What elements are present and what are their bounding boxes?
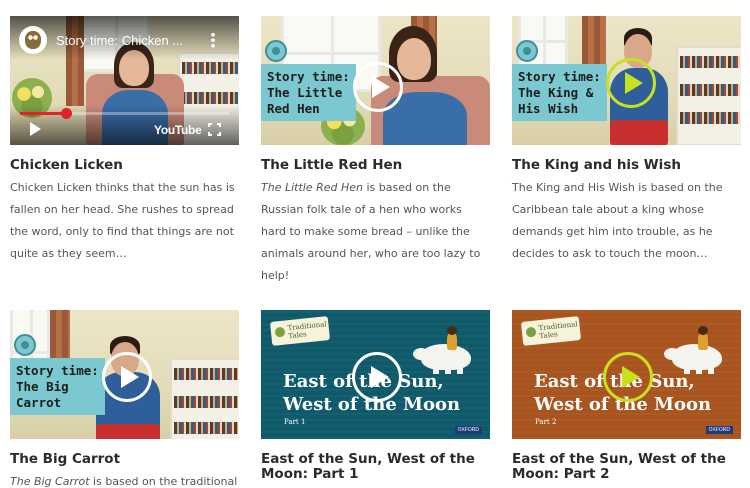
video-title[interactable]: The Little Red Hen: [261, 158, 490, 173]
progress-fill: [20, 112, 66, 115]
play-icon[interactable]: [606, 58, 656, 108]
more-vert-icon[interactable]: [211, 32, 215, 48]
artwork-part: Part 2: [535, 418, 557, 426]
video-card-east-of-the-sun-part-2[interactable]: Traditional Tales East of the Sun, West …: [512, 310, 741, 482]
polar-bear-icon: [413, 344, 471, 374]
artwork-part: Part 1: [284, 418, 306, 426]
play-icon[interactable]: [603, 352, 653, 402]
player-video-title[interactable]: Story time: Chicken ...: [56, 33, 183, 48]
video-card-little-red-hen[interactable]: Story time: The Little Red Hen The Littl…: [261, 16, 490, 287]
progress-bar[interactable]: [20, 108, 229, 119]
presenter-head: [397, 38, 431, 80]
publisher-logo: OXFORD: [705, 426, 733, 434]
video-description: The King and His Wish is based on the Ca…: [512, 181, 723, 260]
rider-icon: [698, 326, 708, 350]
video-description: Chicken Licken thinks that the sun has i…: [10, 181, 235, 260]
play-icon[interactable]: [353, 62, 403, 112]
scrubber-handle[interactable]: [60, 108, 72, 119]
video-title[interactable]: The Big Carrot: [10, 452, 239, 467]
video-card-big-carrot[interactable]: Story time: The Big Carrot The Big Carro…: [10, 310, 239, 488]
video-player[interactable]: Story time: Chicken ... YouTube: [10, 16, 239, 145]
youtube-logo[interactable]: YouTube: [154, 123, 202, 137]
video-thumbnail[interactable]: Story time: The Big Carrot: [10, 310, 239, 439]
video-thumbnail[interactable]: Traditional Tales East of the Sun, West …: [261, 310, 490, 439]
video-title[interactable]: East of the Sun, West of the Moon: Part …: [512, 452, 741, 482]
logo-icon: [265, 40, 287, 62]
video-thumbnail[interactable]: Story time: The Little Red Hen: [261, 16, 490, 145]
channel-avatar-icon[interactable]: [19, 26, 47, 54]
video-description: The Big Carrot is based on the tradition…: [10, 475, 238, 488]
publisher-logo: OXFORD: [454, 426, 482, 434]
video-card-east-of-the-sun-part-1[interactable]: Traditional Tales East of the Sun, West …: [261, 310, 490, 482]
rider-icon: [447, 326, 457, 350]
video-title[interactable]: Chicken Licken: [10, 158, 239, 173]
video-thumbnail[interactable]: Traditional Tales East of the Sun, West …: [512, 310, 741, 439]
video-title[interactable]: East of the Sun, West of the Moon: Part …: [261, 452, 490, 482]
logo-icon: [516, 40, 538, 62]
video-title[interactable]: The King and his Wish: [512, 158, 741, 173]
play-icon[interactable]: [30, 122, 41, 136]
thumbnail-label: Story time: The King & His Wish: [512, 64, 607, 121]
fullscreen-icon[interactable]: [208, 123, 221, 136]
thumbnail-label: Story time: The Little Red Hen: [261, 64, 356, 121]
video-card-chicken-licken[interactable]: Story time: Chicken ... YouTube Chicken …: [10, 16, 239, 265]
polar-bear-icon: [664, 344, 722, 374]
play-icon[interactable]: [102, 352, 152, 402]
video-description: The Little Red Hen is based on the Russi…: [261, 181, 481, 282]
video-thumbnail[interactable]: Story time: The King & His Wish: [512, 16, 741, 145]
thumbnail-label: Story time: The Big Carrot: [10, 358, 105, 415]
video-card-king-and-his-wish[interactable]: Story time: The King & His Wish The King…: [512, 16, 741, 265]
play-icon[interactable]: [352, 352, 402, 402]
logo-icon: [14, 334, 36, 356]
